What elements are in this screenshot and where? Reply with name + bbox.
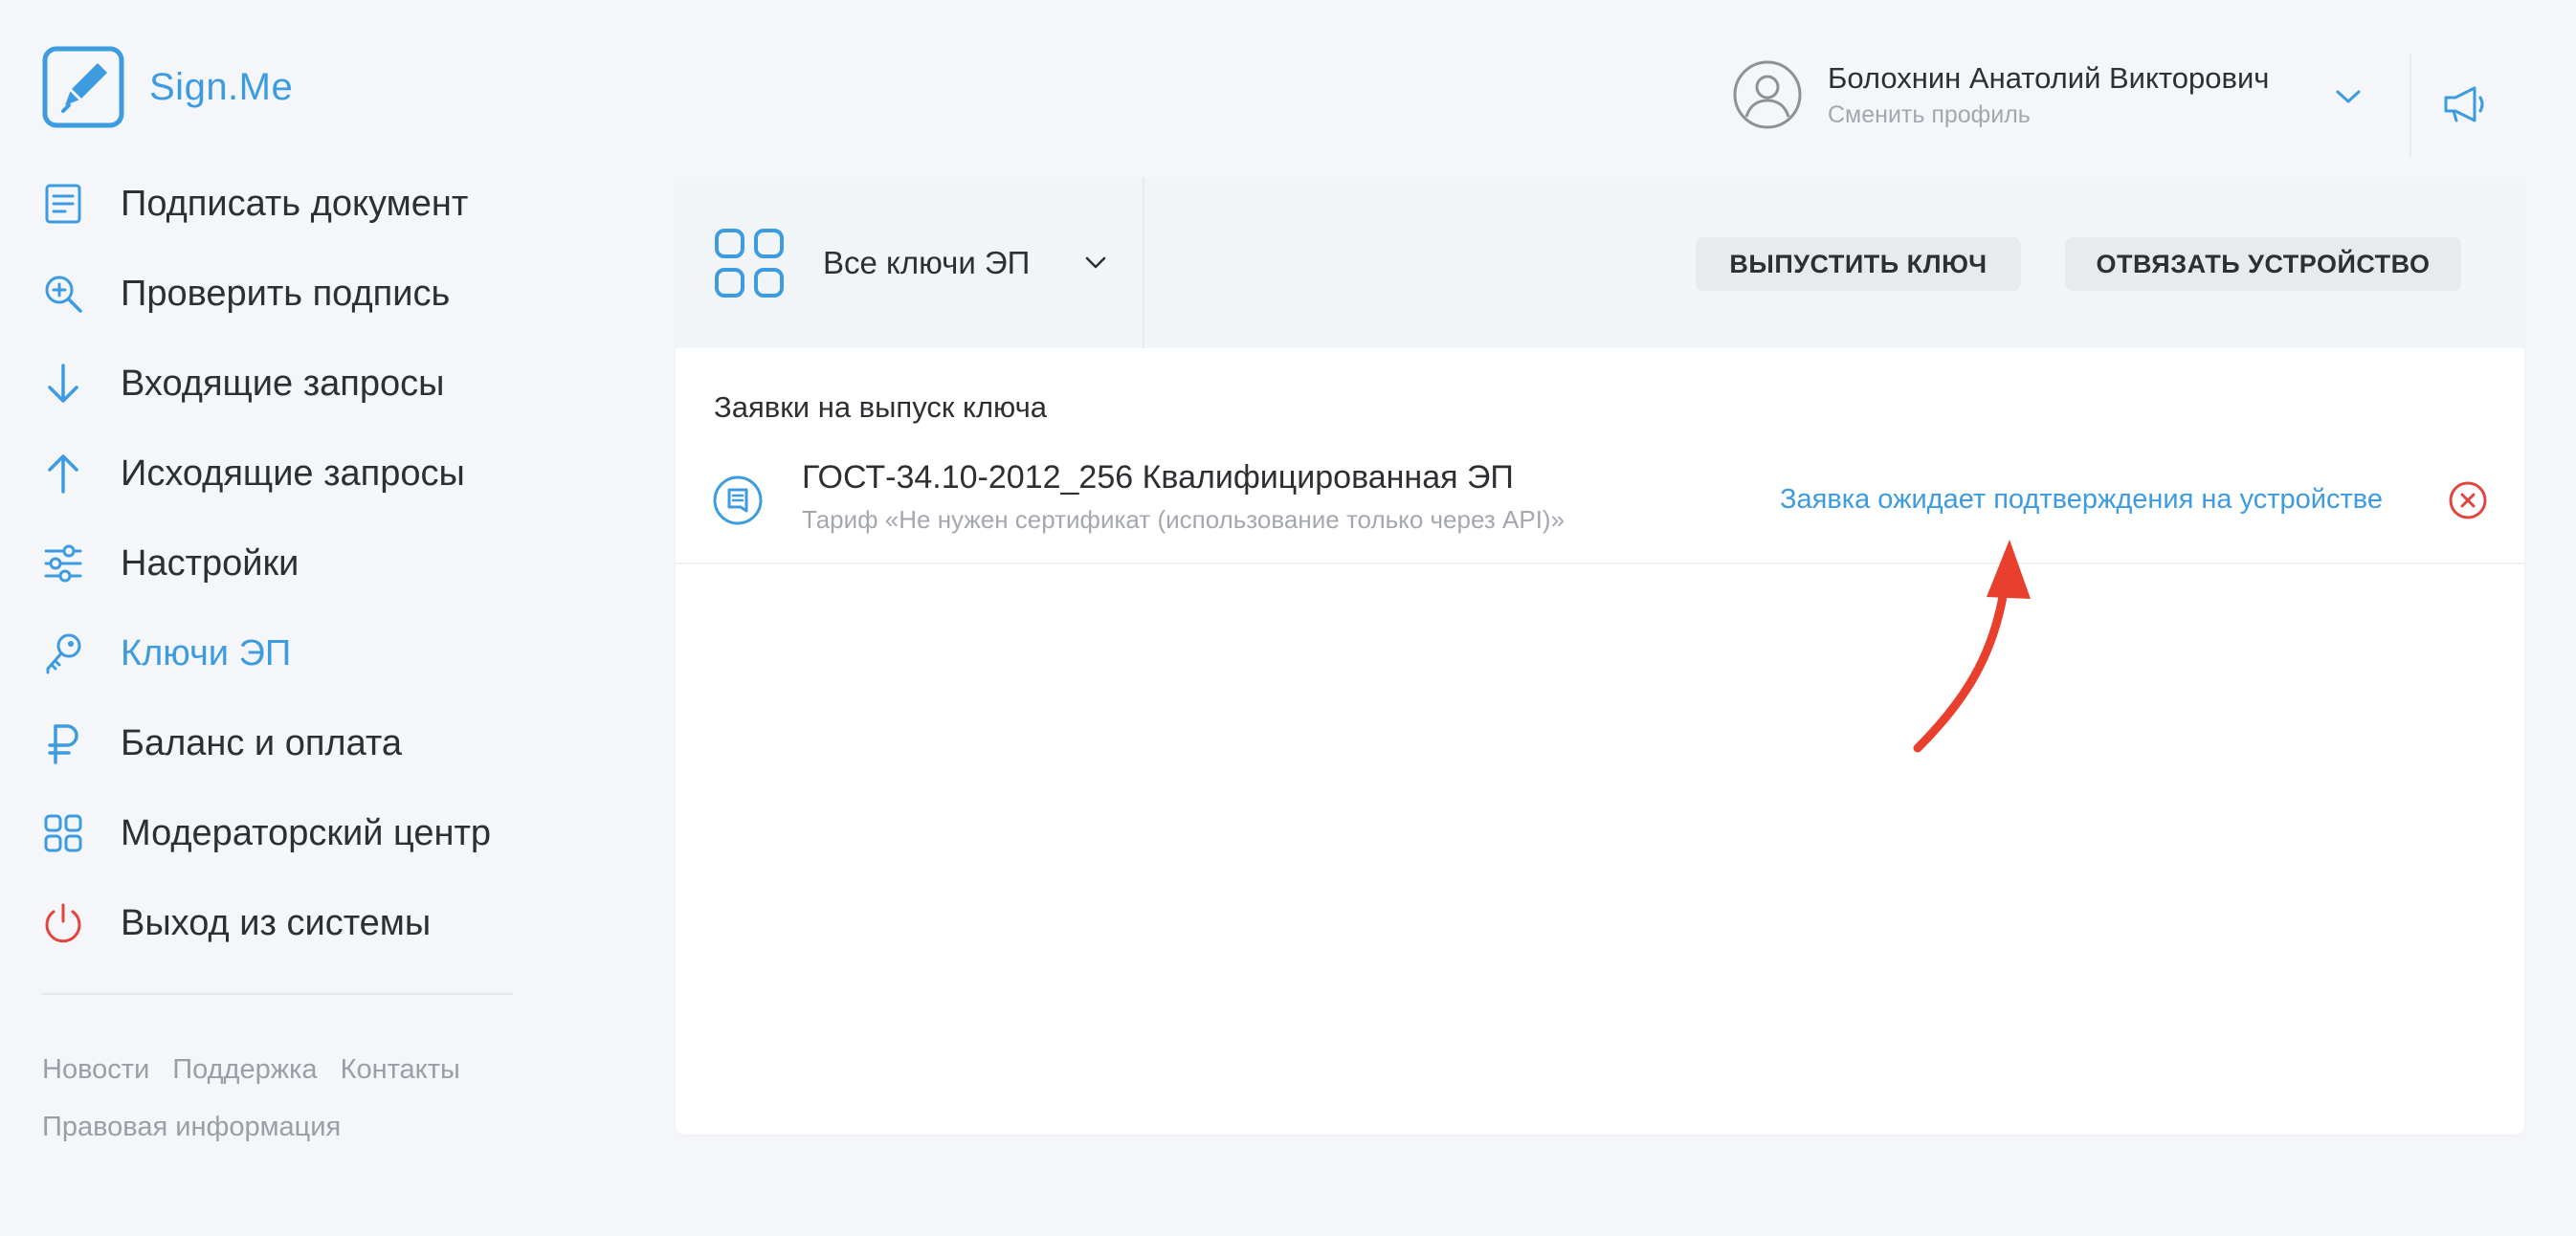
arrow-down-icon [42,363,84,405]
section-title: Заявки на выпуск ключа [714,390,1048,424]
sidebar-item-logout[interactable]: Выход из системы [42,878,521,968]
sidebar-item-outgoing-requests[interactable]: Исходящие запросы [42,429,521,519]
document-icon [42,183,84,225]
keys-filter-dropdown[interactable]: Все ключи ЭП [676,178,1144,348]
user-text: Болохнин Анатолий Викторович Сменить про… [1828,61,2269,129]
key-request-status-link[interactable]: Заявка ожидает подтверждения на устройст… [1780,484,2383,516]
grid-icon [715,229,784,298]
sidebar-item-label: Выход из системы [121,902,432,943]
news-link[interactable]: Новости [42,1054,149,1085]
sidebar-item-label: Ключи ЭП [121,632,292,673]
issue-key-button[interactable]: ВЫПУСТИТЬ КЛЮЧ [1696,237,2021,291]
certificate-icon [713,475,763,525]
filter-label: Все ключи ЭП [823,245,1031,280]
search-check-icon [42,273,84,315]
arrow-up-icon [42,452,84,495]
pen-logo-icon [42,46,124,128]
sidebar-nav: Подписать документ Проверить подпись Вхо… [42,159,521,968]
cancel-request-icon[interactable] [2448,480,2488,520]
sidebar-item-label: Подписать документ [121,183,469,224]
sidebar-item-label: Исходящие запросы [121,452,465,494]
sidebar-item-keys[interactable]: Ключи ЭП [42,608,521,698]
user-name: Болохнин Анатолий Викторович [1828,60,2270,95]
grid-icon [42,812,84,854]
brand-logo[interactable]: Sign.Me [42,46,293,128]
sidebar-divider [42,993,513,995]
sidebar-item-sign-document[interactable]: Подписать документ [42,159,521,249]
sidebar-item-incoming-requests[interactable]: Входящие запросы [42,339,521,429]
brand-name: Sign.Me [149,65,294,108]
sidebar-item-label: Модераторский центр [121,812,491,853]
key-request-name: ГОСТ-34.10-2012_256 Квалифицированная ЭП [802,459,1514,496]
list-item[interactable]: ГОСТ-34.10-2012_256 Квалифицированная ЭП… [676,455,2524,564]
sidebar-footer-links: Новости Поддержка Контакты Правовая информ… [42,1041,540,1156]
keys-panel: Все ключи ЭП ВЫПУСТИТЬ КЛЮЧ ОТВЯЗАТЬ УСТ… [676,178,2524,1135]
power-icon [42,902,84,944]
keys-toolbar: Все ключи ЭП ВЫПУСТИТЬ КЛЮЧ ОТВЯЗАТЬ УСТ… [676,178,2524,348]
sidebar-item-label: Проверить подпись [121,273,451,314]
sidebar-item-label: Баланс и оплата [121,722,402,763]
contacts-link[interactable]: Контакты [341,1054,460,1085]
ruble-icon [42,722,84,764]
annotation-arrow-icon [1913,540,2031,753]
support-link[interactable]: Поддержка [172,1054,317,1085]
switch-profile-link[interactable]: Сменить профиль [1828,101,2269,129]
sidebar-item-moderator-center[interactable]: Модераторский центр [42,788,521,878]
legal-info-link[interactable]: Правовая информация [42,1112,341,1142]
sliders-icon [42,542,84,585]
app-page: Sign.Me Подписать документ Проверить под… [0,0,2576,1236]
key-icon [42,632,84,674]
sidebar-item-label: Настройки [121,542,300,584]
sidebar-item-label: Входящие запросы [121,363,445,404]
user-profile-menu[interactable]: Болохнин Анатолий Викторович Сменить про… [1732,59,2361,130]
sidebar-item-balance[interactable]: Баланс и оплата [42,698,521,788]
sidebar-item-verify-signature[interactable]: Проверить подпись [42,249,521,339]
chevron-down-icon [1086,256,1106,269]
megaphone-icon[interactable] [2442,84,2486,124]
unbind-device-button[interactable]: ОТВЯЗАТЬ УСТРОЙСТВО [2065,237,2461,291]
sidebar-item-settings[interactable]: Настройки [42,519,521,608]
chevron-down-icon[interactable] [2335,88,2362,105]
key-request-tariff: Тариф «Не нужен сертификат (использовани… [802,505,1566,534]
header-separator [2409,54,2411,157]
user-avatar-icon [1733,60,1802,129]
